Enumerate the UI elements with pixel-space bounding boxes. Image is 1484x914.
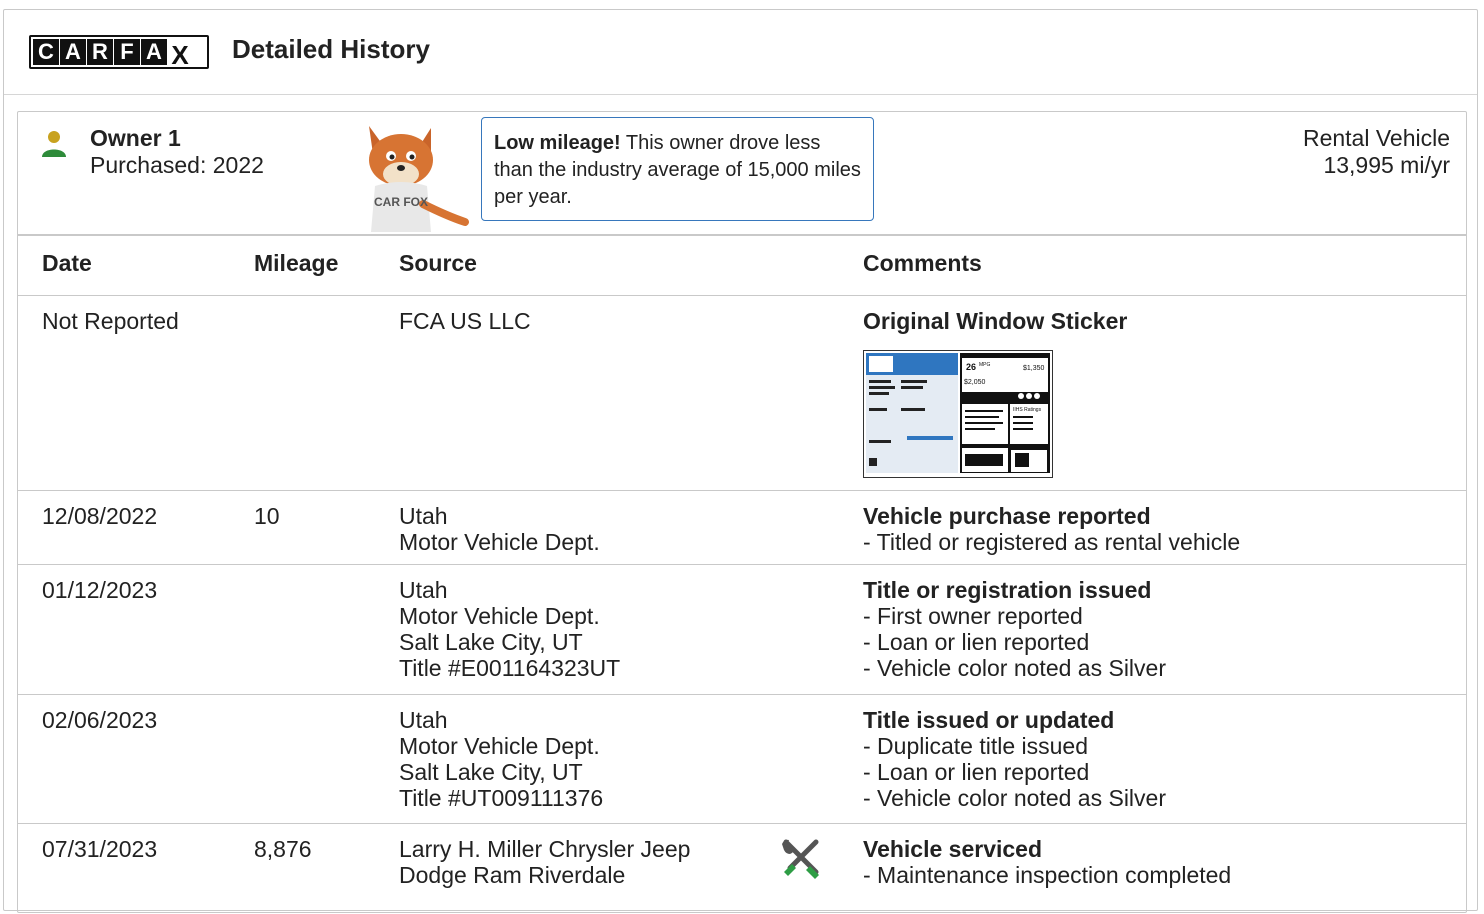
- page-title: Detailed History: [232, 34, 430, 64]
- source-line: Larry H. Miller Chrysler Jeep: [399, 836, 691, 862]
- source-line: Title #E001164323UT: [399, 655, 621, 681]
- sticker-mpg: 26: [966, 362, 976, 372]
- row-comments: Title issued or updated - Duplicate titl…: [863, 707, 1166, 811]
- sticker-cost-1: $2,050: [964, 379, 986, 386]
- source-line: Salt Lake City, UT: [399, 759, 583, 785]
- comment-detail: - Maintenance inspection completed: [863, 862, 1232, 888]
- row-date: 02/06/2023: [42, 707, 158, 733]
- column-header-comments: Comments: [863, 250, 982, 276]
- row-source: Utah Motor Vehicle Dept. Salt Lake City,…: [399, 707, 603, 811]
- source-line: Dodge Ram Riverdale: [399, 862, 626, 888]
- row-source: Larry H. Miller Chrysler Jeep Dodge Ram …: [399, 836, 690, 888]
- owner-name: Owner 1: [90, 125, 181, 151]
- comment-detail: - Titled or registered as rental vehicle: [863, 529, 1241, 555]
- window-sticker-thumbnail[interactable]: 26 MPG $2,050 $1,350 IIHS Ratings: [863, 350, 1053, 478]
- source-line: Utah: [399, 577, 448, 603]
- table-row: 02/06/2023 Utah Motor Vehicle Dept. Salt…: [18, 695, 1466, 824]
- source-line: Motor Vehicle Dept.: [399, 529, 600, 555]
- row-source: FCA US LLC: [399, 308, 531, 334]
- comment-detail: - Vehicle color noted as Silver: [863, 785, 1166, 811]
- row-mileage: 8,876: [254, 836, 312, 862]
- column-header-source: Source: [399, 250, 477, 276]
- row-mileage: 10: [254, 503, 280, 529]
- comment-detail: - Vehicle color noted as Silver: [863, 655, 1166, 681]
- logo-letter: A: [60, 39, 86, 65]
- comment-title: Title or registration issued: [863, 577, 1152, 603]
- comment-detail: - Duplicate title issued: [863, 733, 1088, 759]
- row-source: Utah Motor Vehicle Dept. Salt Lake City,…: [399, 577, 620, 681]
- carfox-mascot-icon: CAR FOX: [369, 126, 469, 232]
- comment-title: Vehicle purchase reported: [863, 503, 1151, 529]
- source-line: Motor Vehicle Dept.: [399, 603, 600, 629]
- low-mileage-callout: Low mileage! This owner drove less than …: [481, 117, 874, 221]
- sticker-cost-2: $1,350: [1023, 365, 1045, 372]
- fox-shirt-text: CAR FOX: [374, 195, 428, 209]
- owner-person-icon: [42, 131, 66, 157]
- logo-letter: A: [141, 39, 167, 65]
- row-date: 01/12/2023: [42, 577, 158, 603]
- row-source: Utah Motor Vehicle Dept.: [399, 503, 600, 555]
- logo-letter: X: [171, 40, 189, 70]
- comment-title: Title issued or updated: [863, 707, 1115, 733]
- row-date: Not Reported: [42, 308, 179, 334]
- row-comments: Original Window Sticker: [863, 308, 1127, 334]
- comment-detail: - Loan or lien reported: [863, 759, 1090, 785]
- carfax-logo[interactable]: C A R F A X: [29, 35, 209, 70]
- row-comments: Title or registration issued - First own…: [863, 577, 1166, 681]
- usage-miles-per-year: 13,995 mi/yr: [1323, 152, 1450, 178]
- table-row: 01/12/2023 Utah Motor Vehicle Dept. Salt…: [18, 565, 1466, 695]
- sticker-mpg-unit: MPG: [979, 362, 991, 368]
- comment-detail: - First owner reported: [863, 603, 1083, 629]
- comment-detail: - Loan or lien reported: [863, 629, 1090, 655]
- source-line: Motor Vehicle Dept.: [399, 733, 600, 759]
- column-header-date: Date: [42, 250, 92, 276]
- source-line: Title #UT009111376: [399, 785, 604, 811]
- logo-letter: C: [33, 39, 59, 65]
- table-row: 07/31/2023 8,876 Larry H. Miller Chrysle…: [18, 824, 1466, 914]
- source-line: Salt Lake City, UT: [399, 629, 583, 655]
- comment-title: Vehicle serviced: [863, 836, 1043, 862]
- row-comments: Vehicle purchase reported - Titled or re…: [863, 503, 1240, 555]
- table-row: 12/08/2022 10 Utah Motor Vehicle Dept. V…: [18, 491, 1466, 565]
- source-line: Utah: [399, 707, 448, 733]
- source-line: Utah: [399, 503, 448, 529]
- row-date: 07/31/2023: [42, 836, 158, 862]
- wrench-screwdriver-icon: [782, 839, 819, 879]
- report-container: C A R F A X Detailed History Owner 1 Pur…: [3, 9, 1478, 913]
- report-header: C A R F A X Detailed History: [4, 10, 1477, 95]
- usage-type: Rental Vehicle: [1302, 125, 1450, 151]
- comment-title: Original Window Sticker: [863, 308, 1128, 334]
- row-comments: Vehicle serviced - Maintenance inspectio…: [863, 836, 1231, 888]
- history-table-header: Date Mileage Source Comments: [18, 234, 1466, 296]
- logo-letter: F: [114, 39, 140, 65]
- row-date: 12/08/2022: [42, 503, 158, 529]
- callout-heading: Low mileage!: [494, 132, 621, 154]
- owner-history-card: Owner 1 Purchased: 2022 CAR FOX Low mile…: [17, 111, 1467, 913]
- logo-letter: R: [87, 39, 113, 65]
- usage-summary: Rental Vehicle 13,995 mi/yr: [1303, 125, 1450, 179]
- sticker-ratings: IIHS Ratings: [1013, 407, 1042, 413]
- table-row: Not Reported FCA US LLC Original Window …: [18, 294, 1466, 491]
- column-header-mileage: Mileage: [254, 250, 339, 276]
- owner-purchased-year: Purchased: 2022: [90, 152, 264, 178]
- source-line: FCA US LLC: [399, 308, 531, 334]
